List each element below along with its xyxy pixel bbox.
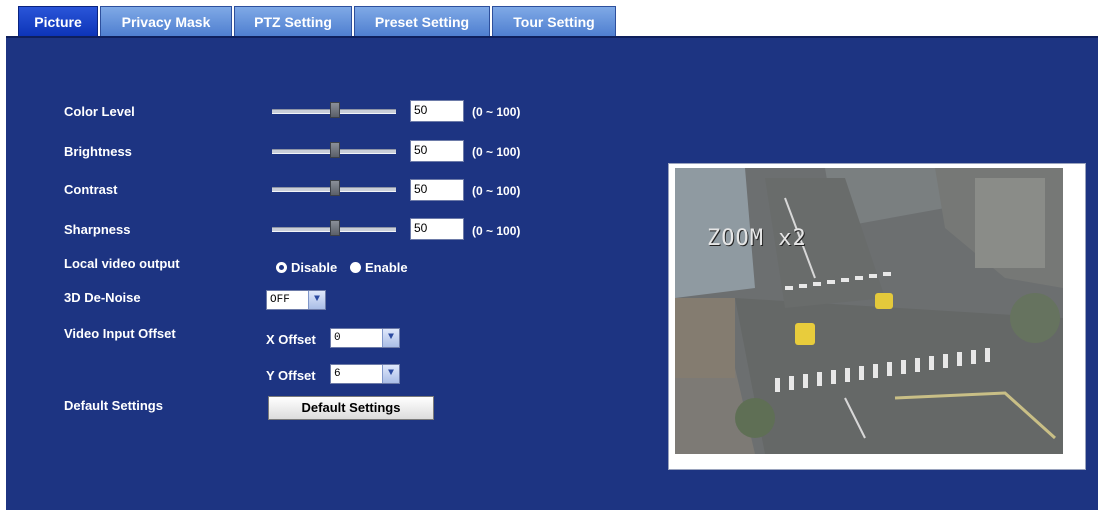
slider-thumb[interactable] [330,180,340,196]
slider-thumb[interactable] [330,220,340,236]
brightness-slider[interactable] [272,142,396,158]
x-offset-value: 0 [334,332,341,344]
video-preview: ZOOM x2 [668,163,1086,470]
y-offset-value: 6 [334,368,341,380]
contrast-input[interactable]: 50 [410,179,464,201]
brightness-input[interactable]: 50 [410,140,464,162]
denoise-value: OFF [270,294,290,306]
tab-picture[interactable]: Picture [18,6,98,36]
sharpness-range: (0 ~ 100) [472,224,521,238]
chevron-down-icon[interactable]: ▼ [382,365,399,383]
y-offset-select[interactable]: 6 ▼ [330,364,400,384]
sharpness-label: Sharpness [64,222,131,237]
denoise-select[interactable]: OFF ▼ [266,290,326,310]
color-level-slider[interactable] [272,102,396,118]
brightness-label: Brightness [64,144,132,159]
radio-enable-dot[interactable] [350,262,361,273]
tab-privacy-mask[interactable]: Privacy Mask [100,6,232,36]
color-level-input[interactable]: 50 [410,100,464,122]
radio-disable-label: Disable [291,260,338,275]
x-offset-label: X Offset [266,332,316,347]
radio-enable[interactable]: Enable [350,260,408,275]
sharpness-slider[interactable] [272,220,396,236]
color-level-range: (0 ~ 100) [472,105,521,119]
sharpness-input[interactable]: 50 [410,218,464,240]
radio-disable-dot[interactable] [276,262,287,273]
contrast-range: (0 ~ 100) [472,184,521,198]
contrast-label: Contrast [64,182,118,197]
brightness-range: (0 ~ 100) [472,145,521,159]
video-input-offset-label: Video Input Offset [64,326,176,341]
radio-disable[interactable]: Disable [276,260,337,275]
tab-preset-setting[interactable]: Preset Setting [354,6,490,36]
contrast-slider[interactable] [272,180,396,196]
radio-enable-label: Enable [365,260,408,275]
color-level-label: Color Level [64,104,135,119]
zoom-overlay-text: ZOOM x2 [707,226,807,251]
default-settings-button[interactable]: Default Settings [268,396,434,420]
tab-ptz-setting[interactable]: PTZ Setting [234,6,352,36]
tab-tour-setting[interactable]: Tour Setting [492,6,616,36]
local-video-output-label: Local video output [64,256,180,271]
tab-bar: Picture Privacy Mask PTZ Setting Preset … [18,6,618,36]
y-offset-label: Y Offset [266,368,316,383]
chevron-down-icon[interactable]: ▼ [382,329,399,347]
slider-thumb[interactable] [330,102,340,118]
denoise-label: 3D De-Noise [64,290,141,305]
x-offset-select[interactable]: 0 ▼ [330,328,400,348]
slider-thumb[interactable] [330,142,340,158]
street-scene-image [675,168,1063,454]
default-settings-label: Default Settings [64,398,163,413]
camera-feed: ZOOM x2 [675,168,1063,454]
chevron-down-icon[interactable]: ▼ [308,291,325,309]
